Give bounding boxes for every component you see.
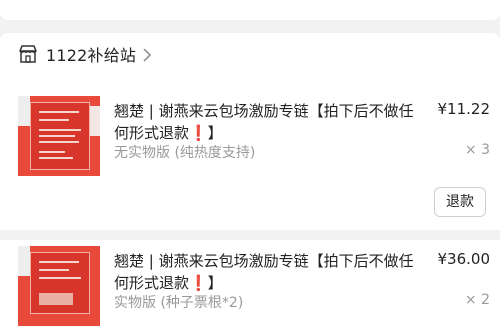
product-thumbnail[interactable] xyxy=(18,246,100,326)
card-separator xyxy=(0,230,500,240)
chevron-right-icon xyxy=(142,47,152,62)
product-variant: 实物版 (种子票根*2) xyxy=(114,295,244,311)
product-quantity: × 3 xyxy=(464,142,490,158)
shop-header[interactable]: 1122补给站 xyxy=(18,40,152,68)
product-thumbnail[interactable] xyxy=(18,96,100,176)
product-price: ¥36.00 xyxy=(437,250,491,268)
product-title[interactable]: 翘楚 | 谢燕来云包场激励专链【拍下后不做任何形式退款❗️】 xyxy=(114,100,414,144)
product-price: ¥11.22 xyxy=(437,100,491,118)
previous-card-bottom xyxy=(0,0,500,20)
product-quantity: × 2 xyxy=(464,292,490,308)
product-variant: 无实物版 (纯热度支持) xyxy=(114,145,256,161)
store-icon xyxy=(18,44,38,64)
refund-button[interactable]: 退款 xyxy=(434,187,486,217)
product-title[interactable]: 翘楚 | 谢燕来云包场激励专链【拍下后不做任何形式退款❗️】 xyxy=(114,250,414,294)
shop-name[interactable]: 1122补给站 xyxy=(46,42,136,66)
